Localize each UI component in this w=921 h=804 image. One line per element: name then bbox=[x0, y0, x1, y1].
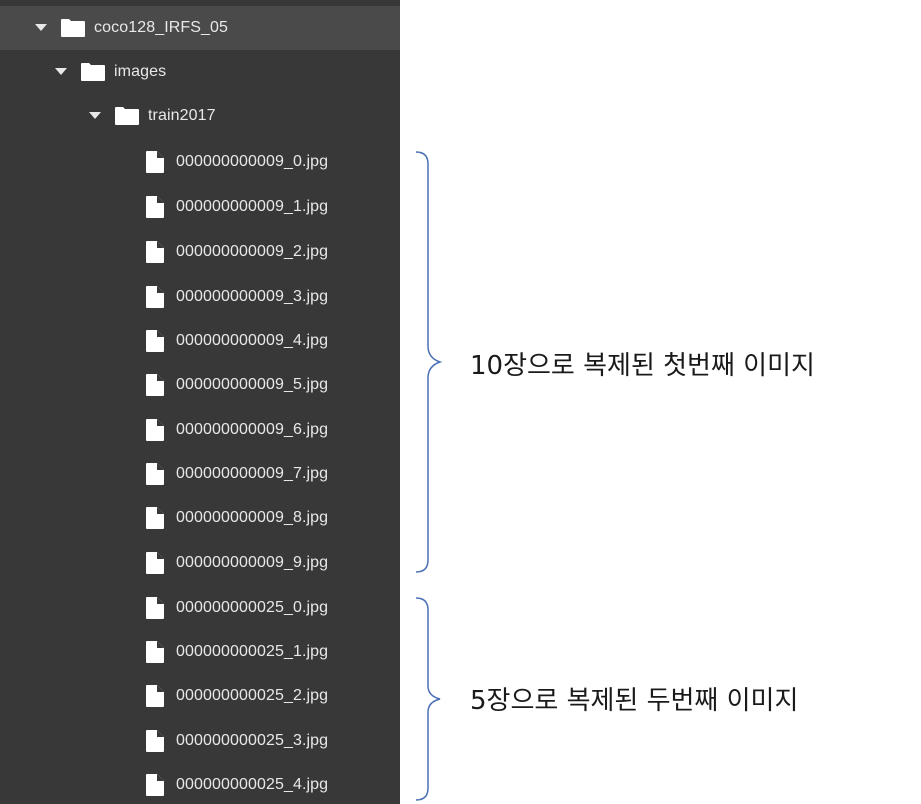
tree-item-file[interactable]: 000000000009_8.jpg bbox=[0, 496, 400, 540]
file-name: 000000000009_8.jpg bbox=[176, 509, 329, 526]
tree-item-file[interactable]: 000000000009_2.jpg bbox=[0, 230, 400, 274]
tree-item-file[interactable]: 000000000025_4.jpg bbox=[0, 763, 400, 804]
file-icon bbox=[145, 641, 165, 663]
tree-item-file[interactable]: 000000000009_0.jpg bbox=[0, 140, 400, 184]
tree-item-file[interactable]: 000000000025_1.jpg bbox=[0, 630, 400, 674]
file-name: 000000000009_1.jpg bbox=[176, 198, 329, 215]
file-icon bbox=[145, 330, 165, 352]
tree-item-label: train2017 bbox=[148, 107, 216, 124]
caret-down-icon[interactable] bbox=[88, 109, 102, 123]
folder-icon bbox=[60, 18, 86, 38]
file-icon bbox=[145, 286, 165, 308]
file-name: 000000000025_2.jpg bbox=[176, 687, 329, 704]
file-name: 000000000009_9.jpg bbox=[176, 554, 329, 571]
file-icon bbox=[145, 374, 165, 396]
tree-item-file[interactable]: 000000000009_4.jpg bbox=[0, 319, 400, 363]
tree-item-label: coco128_IRFS_05 bbox=[94, 19, 229, 36]
file-name: 000000000025_4.jpg bbox=[176, 776, 329, 793]
tree-item-images-folder[interactable]: images bbox=[0, 50, 400, 94]
tree-item-file[interactable]: 000000000025_3.jpg bbox=[0, 719, 400, 763]
file-icon bbox=[145, 241, 165, 263]
tree-item-file[interactable]: 000000000009_6.jpg bbox=[0, 408, 400, 452]
tree-item-file[interactable]: 000000000009_9.jpg bbox=[0, 541, 400, 585]
file-name: 000000000009_0.jpg bbox=[176, 153, 329, 170]
tree-item-train2017-folder[interactable]: train2017 bbox=[0, 94, 400, 138]
file-icon bbox=[145, 507, 165, 529]
tree-item-file[interactable]: 000000000009_5.jpg bbox=[0, 363, 400, 407]
file-icon bbox=[145, 151, 165, 173]
file-name: 000000000009_5.jpg bbox=[176, 376, 329, 393]
file-name: 000000000009_3.jpg bbox=[176, 288, 329, 305]
file-name: 000000000009_7.jpg bbox=[176, 465, 329, 482]
file-icon bbox=[145, 597, 165, 619]
annotation-first-group: 10장으로 복제된 첫번째 이미지 bbox=[470, 351, 815, 381]
file-icon bbox=[145, 552, 165, 574]
tree-item-label: images bbox=[114, 63, 167, 80]
file-tree-panel: coco128_IRFS_05 images train2017 0000000… bbox=[0, 0, 400, 804]
brace-second-group bbox=[415, 597, 441, 801]
tree-item-root-folder[interactable]: coco128_IRFS_05 bbox=[0, 6, 400, 50]
file-icon bbox=[145, 196, 165, 218]
file-name: 000000000009_4.jpg bbox=[176, 332, 329, 349]
file-name: 000000000025_0.jpg bbox=[176, 599, 329, 616]
tree-item-file[interactable]: 000000000025_0.jpg bbox=[0, 586, 400, 630]
file-icon bbox=[145, 730, 165, 752]
file-icon bbox=[145, 419, 165, 441]
brace-first-group bbox=[415, 151, 443, 573]
file-icon bbox=[145, 685, 165, 707]
caret-down-icon[interactable] bbox=[34, 21, 48, 35]
caret-down-icon[interactable] bbox=[54, 65, 68, 79]
tree-item-file[interactable]: 000000000009_1.jpg bbox=[0, 185, 400, 229]
file-name: 000000000025_3.jpg bbox=[176, 732, 329, 749]
file-name: 000000000009_2.jpg bbox=[176, 243, 329, 260]
folder-icon bbox=[114, 106, 140, 126]
file-icon bbox=[145, 463, 165, 485]
file-icon bbox=[145, 774, 165, 796]
tree-item-file[interactable]: 000000000009_3.jpg bbox=[0, 275, 400, 319]
file-name: 000000000025_1.jpg bbox=[176, 643, 329, 660]
file-name: 000000000009_6.jpg bbox=[176, 421, 329, 438]
folder-icon bbox=[80, 62, 106, 82]
tree-item-file[interactable]: 000000000009_7.jpg bbox=[0, 452, 400, 496]
tree-item-file[interactable]: 000000000025_2.jpg bbox=[0, 674, 400, 718]
annotation-second-group: 5장으로 복제된 두번째 이미지 bbox=[470, 686, 799, 716]
